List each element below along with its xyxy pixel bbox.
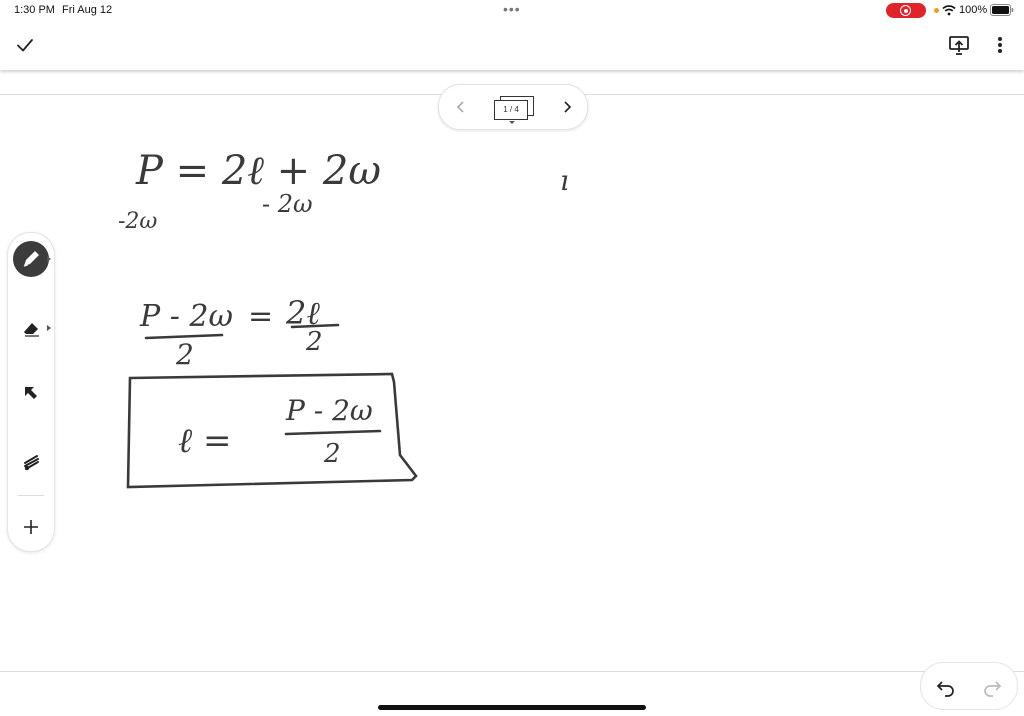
ink-step-rhs-denominator: 2 xyxy=(305,327,323,357)
add-tool-button[interactable] xyxy=(11,507,51,547)
plus-icon xyxy=(24,520,38,534)
page-bottom-edge xyxy=(0,671,1024,672)
laser-tool[interactable] xyxy=(11,441,51,481)
eraser-options-icon[interactable] xyxy=(46,324,52,332)
more-vertical-icon[interactable] xyxy=(992,34,1008,56)
tool-palette xyxy=(7,232,55,552)
pen-options-icon[interactable] xyxy=(46,255,52,263)
page-counter: 1 / 4 xyxy=(494,100,528,120)
ink-step-lhs-denominator: 2 xyxy=(175,338,194,371)
page-navigator: 1 / 4 xyxy=(438,84,588,130)
ink-line-perimeter: P = 2ℓ + 2ω xyxy=(135,148,381,194)
ink-step-rhs-numerator: 2ℓ xyxy=(285,294,320,332)
check-icon[interactable] xyxy=(14,34,36,56)
status-time: 1:30 PM xyxy=(14,4,55,16)
home-indicator[interactable] xyxy=(378,705,646,710)
ink-answer-fraction-bar xyxy=(284,429,382,436)
status-date: Fri Aug 12 xyxy=(62,4,113,16)
ink-subtract-right: - 2ω xyxy=(262,190,313,218)
eraser-tool[interactable] xyxy=(11,307,51,347)
page-overview-button[interactable]: 1 / 4 xyxy=(493,94,535,124)
ink-step-lhs-fraction-bar xyxy=(144,333,224,340)
caret-down-icon xyxy=(509,121,515,124)
present-icon[interactable] xyxy=(948,34,970,56)
ink-answer-lhs: ℓ = xyxy=(178,421,231,461)
laser-pointer-icon xyxy=(24,455,39,471)
ink-subtract-left: -2ω xyxy=(118,209,157,234)
undo-icon[interactable] xyxy=(935,675,957,697)
undo-redo-group xyxy=(920,662,1018,710)
ink-step-lhs-numerator: P - 2ω xyxy=(139,299,233,334)
chevron-right-icon[interactable] xyxy=(559,97,575,117)
pen-icon xyxy=(23,251,39,267)
ink-answer-numerator: P - 2ω xyxy=(285,394,373,427)
wifi-icon xyxy=(942,5,956,16)
chevron-left-icon[interactable] xyxy=(453,97,469,117)
ink-answer-denominator: 2 xyxy=(323,439,341,469)
ink-answer-box xyxy=(126,372,418,489)
select-arrow-icon xyxy=(25,387,37,399)
screen-recording-icon[interactable] xyxy=(886,3,926,18)
battery-icon xyxy=(990,4,1014,16)
multitasking-dots-icon[interactable]: ••• xyxy=(503,1,521,17)
ink-step-rhs-fraction-bar xyxy=(290,323,340,329)
pen-tool[interactable] xyxy=(11,239,51,279)
ink-stray-mark: ı xyxy=(560,164,569,197)
eraser-icon xyxy=(24,323,39,337)
palette-divider xyxy=(18,495,44,496)
mic-indicator-icon xyxy=(934,8,939,13)
battery-percentage: 100% xyxy=(959,4,988,16)
ink-step-equals: = xyxy=(248,299,273,334)
redo-icon[interactable] xyxy=(981,675,1003,697)
select-tool[interactable] xyxy=(11,373,51,413)
status-bar: 1:30 PM Fri Aug 12 ••• 100% xyxy=(0,0,1024,22)
top-toolbar xyxy=(0,22,1024,70)
